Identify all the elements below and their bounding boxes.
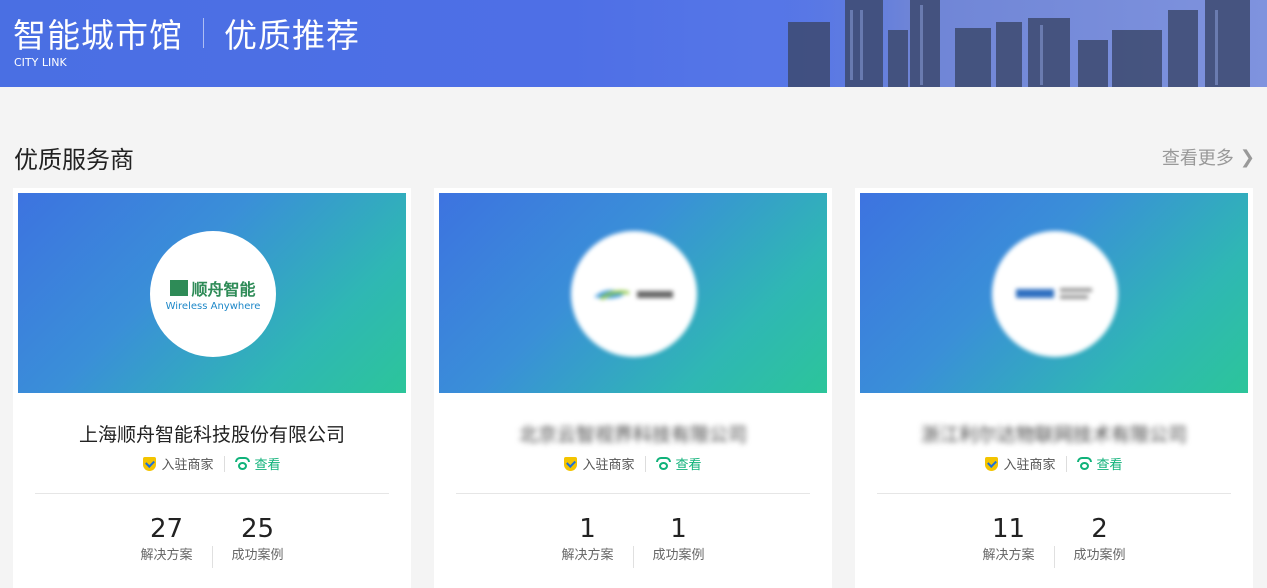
cases-label: 成功案例 [1073, 548, 1126, 563]
card-cover-image: 顺舟智能 Wireless Anywhere [18, 193, 406, 393]
view-contact-label: 查看 [1096, 458, 1123, 473]
cases-count: 2 [1091, 514, 1108, 544]
solutions-label: 解决方案 [982, 548, 1035, 563]
card-stats: 11 解决方案 2 成功案例 [855, 514, 1253, 568]
banner-title-main: 智能城市馆 [13, 16, 183, 55]
cases-count: 25 [240, 514, 275, 544]
banner-title-secondary: 优质推荐 [224, 16, 360, 55]
phone-icon [234, 457, 250, 470]
solutions-stat[interactable]: 27 解决方案 [122, 514, 212, 568]
company-name[interactable]: 上海顺舟智能科技股份有限公司 [13, 420, 411, 447]
phone-icon [1076, 457, 1092, 470]
company-logo [992, 231, 1118, 357]
card-divider [877, 493, 1231, 494]
tag-divider [1065, 455, 1067, 472]
solutions-count: 11 [991, 514, 1026, 544]
view-contact-button[interactable]: 查看 [655, 454, 702, 473]
cases-stat[interactable]: 25 成功案例 [213, 514, 303, 568]
view-contact-button[interactable]: 查看 [234, 454, 281, 473]
blurred-logo-icon [594, 289, 673, 301]
provider-card[interactable]: 浙江利尔达物联网技术有限公司 入驻商家 查看 11 解决方案 2 成功案例 [855, 188, 1253, 588]
company-name[interactable]: 浙江利尔达物联网技术有限公司 [855, 420, 1253, 447]
card-tags: 入驻商家 查看 [434, 454, 832, 473]
view-more-link[interactable]: 查看更多 ❯ [1162, 144, 1255, 170]
shield-check-icon [564, 456, 578, 471]
cases-stat[interactable]: 1 成功案例 [634, 514, 724, 568]
tag-divider [223, 455, 225, 472]
provider-card[interactable]: 顺舟智能 Wireless Anywhere 上海顺舟智能科技股份有限公司 入驻… [13, 188, 411, 588]
company-logo [571, 231, 697, 357]
settled-badge: 入驻商家 [143, 454, 214, 473]
card-tags: 入驻商家 查看 [855, 454, 1253, 473]
logo-cn-text: 顺舟智能 [191, 280, 256, 299]
card-tags: 入驻商家 查看 [13, 454, 411, 473]
solutions-label: 解决方案 [561, 548, 614, 563]
settled-label: 入驻商家 [582, 458, 635, 473]
settled-label: 入驻商家 [1003, 458, 1056, 473]
solutions-stat[interactable]: 11 解决方案 [964, 514, 1054, 568]
view-contact-label: 查看 [675, 458, 702, 473]
cases-label: 成功案例 [652, 548, 705, 563]
logo-en-text: Wireless Anywhere [165, 301, 261, 312]
card-divider [456, 493, 810, 494]
card-divider [35, 493, 389, 494]
company-logo: 顺舟智能 Wireless Anywhere [150, 231, 276, 357]
tag-divider [644, 455, 646, 472]
solutions-count: 1 [579, 514, 596, 544]
header-banner: 智能城市馆 优质推荐 CITY LINK [0, 0, 1267, 87]
settled-badge: 入驻商家 [985, 454, 1056, 473]
blurred-logo-icon [1016, 288, 1092, 299]
card-cover-image [860, 193, 1248, 393]
logo-mark-icon [170, 280, 189, 296]
company-name[interactable]: 北京云智视界科技有限公司 [434, 420, 832, 447]
card-cover-image [439, 193, 827, 393]
chevron-right-icon: ❯ [1239, 146, 1255, 168]
shield-check-icon [143, 456, 157, 471]
banner-subtitle: CITY LINK [14, 56, 67, 69]
city-skyline-image [760, 0, 1267, 87]
view-contact-label: 查看 [254, 458, 281, 473]
settled-label: 入驻商家 [161, 458, 214, 473]
view-more-label: 查看更多 [1161, 148, 1234, 169]
solutions-stat[interactable]: 1 解决方案 [543, 514, 633, 568]
phone-icon [655, 457, 671, 470]
card-stats: 1 解决方案 1 成功案例 [434, 514, 832, 568]
banner-title: 智能城市馆 优质推荐 [13, 9, 360, 57]
shield-check-icon [985, 456, 999, 471]
solutions-label: 解决方案 [140, 548, 193, 563]
title-divider [203, 18, 204, 48]
cases-label: 成功案例 [231, 548, 284, 563]
cases-stat[interactable]: 2 成功案例 [1055, 514, 1145, 568]
cases-count: 1 [670, 514, 687, 544]
provider-card[interactable]: 北京云智视界科技有限公司 入驻商家 查看 1 解决方案 1 成功案例 [434, 188, 832, 588]
section-title: 优质服务商 [14, 146, 134, 174]
settled-badge: 入驻商家 [564, 454, 635, 473]
view-contact-button[interactable]: 查看 [1076, 454, 1123, 473]
solutions-count: 27 [149, 514, 184, 544]
card-stats: 27 解决方案 25 成功案例 [13, 514, 411, 568]
